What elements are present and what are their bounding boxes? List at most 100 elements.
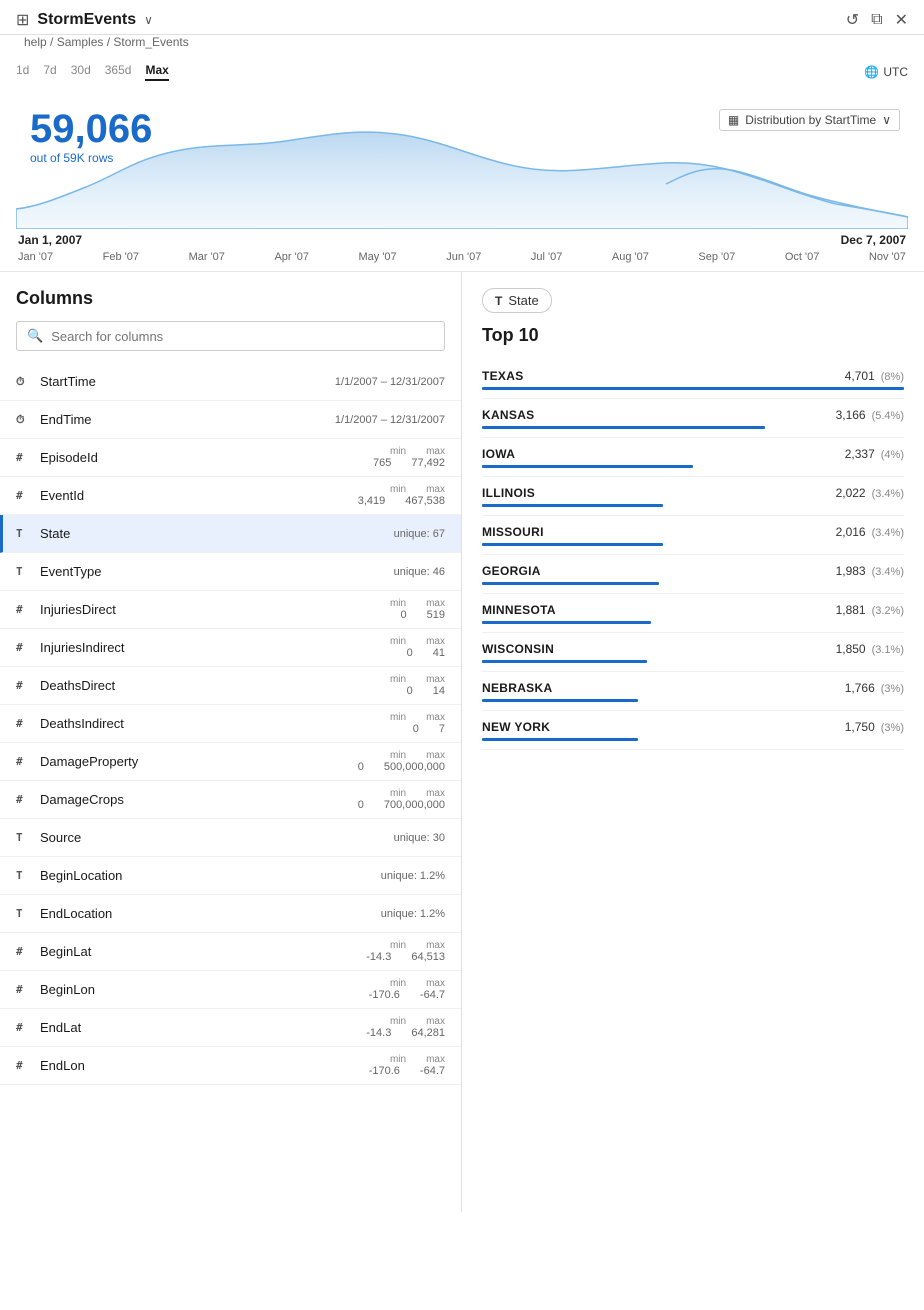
utc-toggle[interactable]: 🌐 UTC	[864, 65, 908, 79]
col-name: EndLocation	[40, 906, 381, 921]
column-row-state[interactable]: T State unique: 67	[0, 515, 461, 553]
app-header: ⊞ StormEvents ∨ ↺ ⧉ ✕	[0, 0, 924, 35]
clock-icon: ⏱	[16, 413, 36, 427]
column-row-starttime[interactable]: ⏱ StartTime 1/1/2007 – 12/31/2007	[0, 363, 461, 401]
row-label: out of 59K rows	[30, 151, 152, 165]
chevron-down-icon[interactable]: ∨	[144, 13, 153, 27]
state-bar	[482, 504, 663, 507]
text-type-icon: T	[16, 527, 36, 540]
column-row-endlon[interactable]: # EndLon min max -170.6 -64.7	[0, 1047, 461, 1085]
state-bar	[482, 582, 659, 585]
column-row-endtime[interactable]: ⏱ EndTime 1/1/2007 – 12/31/2007	[0, 401, 461, 439]
state-bar	[482, 738, 638, 741]
main-content: Columns 🔍 ⏱ StartTime 1/1/2007 – 12/31/2…	[0, 272, 924, 1212]
axis-label-apr: Apr '07	[274, 251, 309, 263]
close-icon[interactable]: ✕	[895, 10, 908, 30]
hash-icon: #	[16, 489, 36, 502]
top10-title: Top 10	[482, 325, 904, 346]
state-bar	[482, 699, 638, 702]
column-row-endlat[interactable]: # EndLat min max -14.3 64,281	[0, 1009, 461, 1047]
search-input[interactable]	[51, 329, 434, 344]
time-opt-30d[interactable]: 30d	[71, 63, 91, 81]
clock-icon: ⏱	[16, 375, 36, 389]
axis-label-nov: Nov '07	[869, 251, 906, 263]
column-row-beginlon[interactable]: # BeginLon min max -170.6 -64.7	[0, 971, 461, 1009]
text-type-icon: T	[16, 831, 36, 844]
hash-icon: #	[16, 451, 36, 464]
axis-label-may: May '07	[358, 251, 396, 263]
state-bar	[482, 621, 651, 624]
column-row-episodeid[interactable]: # EpisodeId min max 765 77,492	[0, 439, 461, 477]
column-row-endlocation[interactable]: T EndLocation unique: 1.2%	[0, 895, 461, 933]
col-name: InjuriesIndirect	[40, 640, 390, 655]
column-row-damagecrops[interactable]: # DamageCrops min max 0 700,000,000	[0, 781, 461, 819]
hash-icon: #	[16, 945, 36, 958]
date-end: Dec 7, 2007	[841, 233, 906, 247]
column-row-deathsdirect[interactable]: # DeathsDirect min max 0 14	[0, 667, 461, 705]
col-name: DamageProperty	[40, 754, 358, 769]
hash-icon: #	[16, 1021, 36, 1034]
time-opt-7d[interactable]: 7d	[43, 63, 56, 81]
state-item-wisconsin[interactable]: WISCONSIN 1,850(3.1%)	[482, 633, 904, 672]
col-meta-minmax: min max 3,419 467,538	[358, 484, 445, 507]
app-title[interactable]: StormEvents	[37, 11, 136, 29]
axis-label-jan: Jan '07	[18, 251, 53, 263]
state-item-missouri[interactable]: MISSOURI 2,016(3.4%)	[482, 516, 904, 555]
text-type-icon: T	[16, 565, 36, 578]
state-tag[interactable]: T State	[482, 288, 552, 313]
column-row-eventtype[interactable]: T EventType unique: 46	[0, 553, 461, 591]
col-name: EventId	[40, 488, 358, 503]
state-bar	[482, 660, 647, 663]
state-tag-label: State	[508, 293, 538, 308]
col-meta-minmax: min max 0 14	[390, 674, 445, 697]
col-meta: unique: 1.2%	[381, 870, 445, 882]
time-filter-bar: 1d 7d 30d 365d Max 🌐 UTC	[0, 55, 924, 89]
column-row-beginlat[interactable]: # BeginLat min max -14.3 64,513	[0, 933, 461, 971]
column-row-beginlocation[interactable]: T BeginLocation unique: 1.2%	[0, 857, 461, 895]
col-meta: 1/1/2007 – 12/31/2007	[335, 414, 445, 426]
col-name: EpisodeId	[40, 450, 373, 465]
globe-icon: 🌐	[864, 65, 879, 79]
col-meta-minmax: min max 0 7	[390, 712, 445, 735]
hash-icon: #	[16, 717, 36, 730]
state-bar	[482, 387, 904, 390]
axis-label-jul: Jul '07	[531, 251, 562, 263]
time-opt-365d[interactable]: 365d	[105, 63, 132, 81]
expand-icon[interactable]: ⧉	[871, 11, 882, 29]
col-meta-minmax: min max -170.6 -64.7	[369, 978, 445, 1001]
state-item-georgia[interactable]: GEORGIA 1,983(3.4%)	[482, 555, 904, 594]
header-actions: ↺ ⧉ ✕	[846, 10, 908, 30]
search-box[interactable]: 🔍	[16, 321, 445, 351]
grid-icon: ⊞	[16, 10, 29, 30]
refresh-icon[interactable]: ↺	[846, 10, 859, 30]
state-item-newyork[interactable]: NEW YORK 1,750(3%)	[482, 711, 904, 750]
state-item-nebraska[interactable]: NEBRASKA 1,766(3%)	[482, 672, 904, 711]
col-name: BeginLat	[40, 944, 366, 959]
state-item-illinois[interactable]: ILLINOIS 2,022(3.4%)	[482, 477, 904, 516]
axis-labels: Jan '07 Feb '07 Mar '07 Apr '07 May '07 …	[16, 249, 908, 271]
col-name: EndTime	[40, 412, 335, 427]
col-name: EndLon	[40, 1058, 369, 1073]
column-row-injuriesindirect[interactable]: # InjuriesIndirect min max 0 41	[0, 629, 461, 667]
col-meta: unique: 30	[394, 832, 445, 844]
column-row-deathsindirect[interactable]: # DeathsIndirect min max 0 7	[0, 705, 461, 743]
state-item-iowa[interactable]: IOWA 2,337(4%)	[482, 438, 904, 477]
axis-label-feb: Feb '07	[103, 251, 139, 263]
state-item-minnesota[interactable]: MINNESOTA 1,881(3.2%)	[482, 594, 904, 633]
state-item-kansas[interactable]: KANSAS 3,166(5.4%)	[482, 399, 904, 438]
column-row-injuriesdirect[interactable]: # InjuriesDirect min max 0 519	[0, 591, 461, 629]
time-options: 1d 7d 30d 365d Max	[16, 63, 169, 81]
col-name: DeathsDirect	[40, 678, 390, 693]
column-row-damageproperty[interactable]: # DamageProperty min max 0 500,000,000	[0, 743, 461, 781]
column-row-source[interactable]: T Source unique: 30	[0, 819, 461, 857]
hash-icon: #	[16, 679, 36, 692]
time-opt-1d[interactable]: 1d	[16, 63, 29, 81]
columns-title: Columns	[0, 288, 461, 321]
column-row-eventid[interactable]: # EventId min max 3,419 467,538	[0, 477, 461, 515]
state-bar	[482, 465, 693, 468]
axis-label-mar: Mar '07	[189, 251, 225, 263]
hash-icon: #	[16, 603, 36, 616]
hash-icon: #	[16, 793, 36, 806]
time-opt-max[interactable]: Max	[145, 63, 168, 81]
state-item-texas[interactable]: TEXAS 4,701(8%)	[482, 360, 904, 399]
